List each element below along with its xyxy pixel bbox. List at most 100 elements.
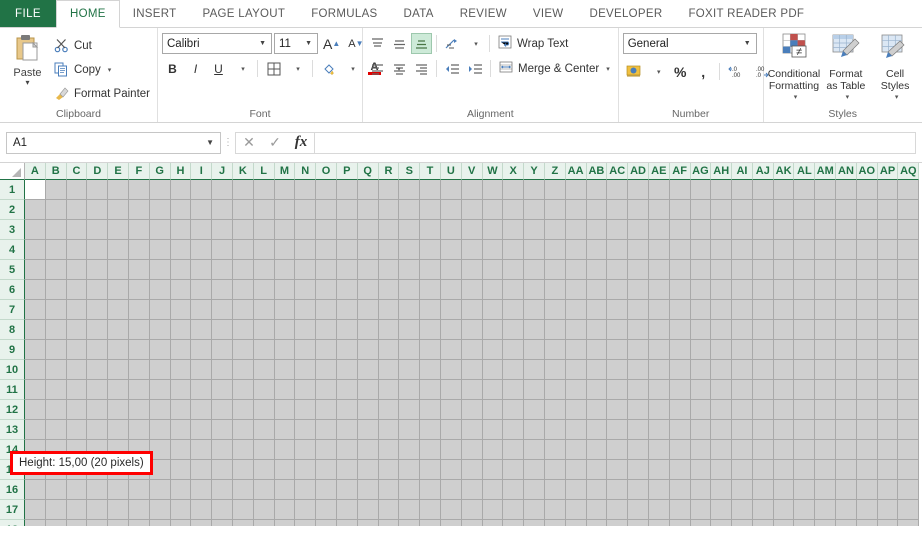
tab-file[interactable]: FILE	[0, 0, 56, 27]
column-header-AC[interactable]: AC	[607, 163, 629, 180]
cell-AE15[interactable]	[648, 460, 670, 480]
cell-AH18[interactable]	[711, 520, 733, 526]
cell-AI12[interactable]	[732, 400, 753, 420]
cell-AD4[interactable]	[628, 240, 649, 260]
cell-I17[interactable]	[191, 500, 213, 520]
cell-X3[interactable]	[503, 220, 525, 240]
cell-L5[interactable]	[253, 260, 275, 280]
cell-AB16[interactable]	[586, 480, 608, 500]
cell-E6[interactable]	[108, 280, 129, 300]
cell-D11[interactable]	[87, 380, 109, 400]
format-as-table-dropdown-icon[interactable]: ▾	[846, 92, 850, 104]
cell-AO6[interactable]	[856, 280, 878, 300]
cell-AL12[interactable]	[794, 400, 816, 420]
cell-AF10[interactable]	[669, 360, 691, 380]
cell-AD12[interactable]	[628, 400, 649, 420]
cell-AC3[interactable]	[607, 220, 629, 240]
column-header-AN[interactable]: AN	[836, 163, 857, 180]
cell-AD13[interactable]	[628, 420, 649, 440]
align-bottom-button[interactable]	[411, 33, 432, 54]
cell-AG16[interactable]	[690, 480, 712, 500]
row-header-9[interactable]: 9	[0, 340, 25, 360]
cell-AN17[interactable]	[836, 500, 857, 520]
cell-AE12[interactable]	[648, 400, 670, 420]
cell-AN14[interactable]	[836, 440, 857, 460]
fill-color-dropdown-icon[interactable]: ▾	[341, 58, 362, 79]
cell-Z3[interactable]	[544, 220, 566, 240]
cell-AB8[interactable]	[586, 320, 608, 340]
cell-H3[interactable]	[170, 220, 192, 240]
cell-H2[interactable]	[170, 200, 192, 220]
cell-AP5[interactable]	[877, 260, 899, 280]
cell-AO5[interactable]	[856, 260, 878, 280]
cell-AO14[interactable]	[856, 440, 878, 460]
cell-R15[interactable]	[378, 460, 400, 480]
cell-L17[interactable]	[253, 500, 275, 520]
cell-C2[interactable]	[66, 200, 88, 220]
cell-L3[interactable]	[253, 220, 275, 240]
cell-AK12[interactable]	[773, 400, 795, 420]
cell-D4[interactable]	[87, 240, 109, 260]
cell-J8[interactable]	[212, 320, 233, 340]
cell-E4[interactable]	[108, 240, 129, 260]
cell-AI10[interactable]	[732, 360, 753, 380]
cell-C11[interactable]	[66, 380, 88, 400]
cell-U2[interactable]	[440, 200, 462, 220]
cell-C12[interactable]	[66, 400, 88, 420]
cell-V17[interactable]	[461, 500, 483, 520]
cell-T14[interactable]	[420, 440, 441, 460]
cell-B9[interactable]	[45, 340, 67, 360]
cell-AL15[interactable]	[794, 460, 816, 480]
column-header-C[interactable]: C	[66, 163, 88, 180]
cell-R7[interactable]	[378, 300, 400, 320]
cell-AH17[interactable]	[711, 500, 733, 520]
cell-AG18[interactable]	[690, 520, 712, 526]
cell-H7[interactable]	[170, 300, 192, 320]
cell-AI6[interactable]	[732, 280, 753, 300]
font-size-combo[interactable]: 11 ▼	[274, 33, 318, 54]
cell-AK18[interactable]	[773, 520, 795, 526]
copy-button[interactable]: Copy ▾	[51, 59, 153, 80]
cell-N16[interactable]	[295, 480, 317, 500]
cell-U16[interactable]	[440, 480, 462, 500]
cell-O7[interactable]	[316, 300, 337, 320]
cell-AI2[interactable]	[732, 200, 753, 220]
cell-X6[interactable]	[503, 280, 525, 300]
row-header-7[interactable]: 7	[0, 300, 25, 320]
cell-AA4[interactable]	[565, 240, 587, 260]
cell-T16[interactable]	[420, 480, 441, 500]
cell-S7[interactable]	[399, 300, 421, 320]
cell-D9[interactable]	[87, 340, 109, 360]
cell-AB14[interactable]	[586, 440, 608, 460]
chevron-down-icon[interactable]: ▼	[256, 40, 269, 47]
cell-AO15[interactable]	[856, 460, 878, 480]
cell-E9[interactable]	[108, 340, 129, 360]
cell-AI11[interactable]	[732, 380, 753, 400]
cell-D12[interactable]	[87, 400, 109, 420]
cell-X5[interactable]	[503, 260, 525, 280]
cell-W8[interactable]	[482, 320, 504, 340]
cell-R1[interactable]	[378, 180, 400, 200]
cell-AJ7[interactable]	[752, 300, 774, 320]
cell-C18[interactable]	[66, 520, 88, 526]
cell-M7[interactable]	[274, 300, 296, 320]
cell-T8[interactable]	[420, 320, 441, 340]
cell-R8[interactable]	[378, 320, 400, 340]
cell-B17[interactable]	[45, 500, 67, 520]
cell-Q2[interactable]	[357, 200, 379, 220]
cell-Q8[interactable]	[357, 320, 379, 340]
cell-AL18[interactable]	[794, 520, 816, 526]
cell-Q15[interactable]	[357, 460, 379, 480]
cell-G14[interactable]	[149, 440, 171, 460]
cell-AP16[interactable]	[877, 480, 899, 500]
grid-cells[interactable]	[25, 180, 920, 526]
cell-AL9[interactable]	[794, 340, 816, 360]
cell-AE11[interactable]	[648, 380, 670, 400]
cell-AA16[interactable]	[565, 480, 587, 500]
cell-T18[interactable]	[420, 520, 441, 526]
column-header-P[interactable]: P	[336, 163, 358, 180]
cell-W11[interactable]	[482, 380, 504, 400]
cell-AP2[interactable]	[877, 200, 899, 220]
cell-styles-button[interactable]: Cell Styles ▾	[871, 31, 918, 104]
cell-I5[interactable]	[191, 260, 213, 280]
